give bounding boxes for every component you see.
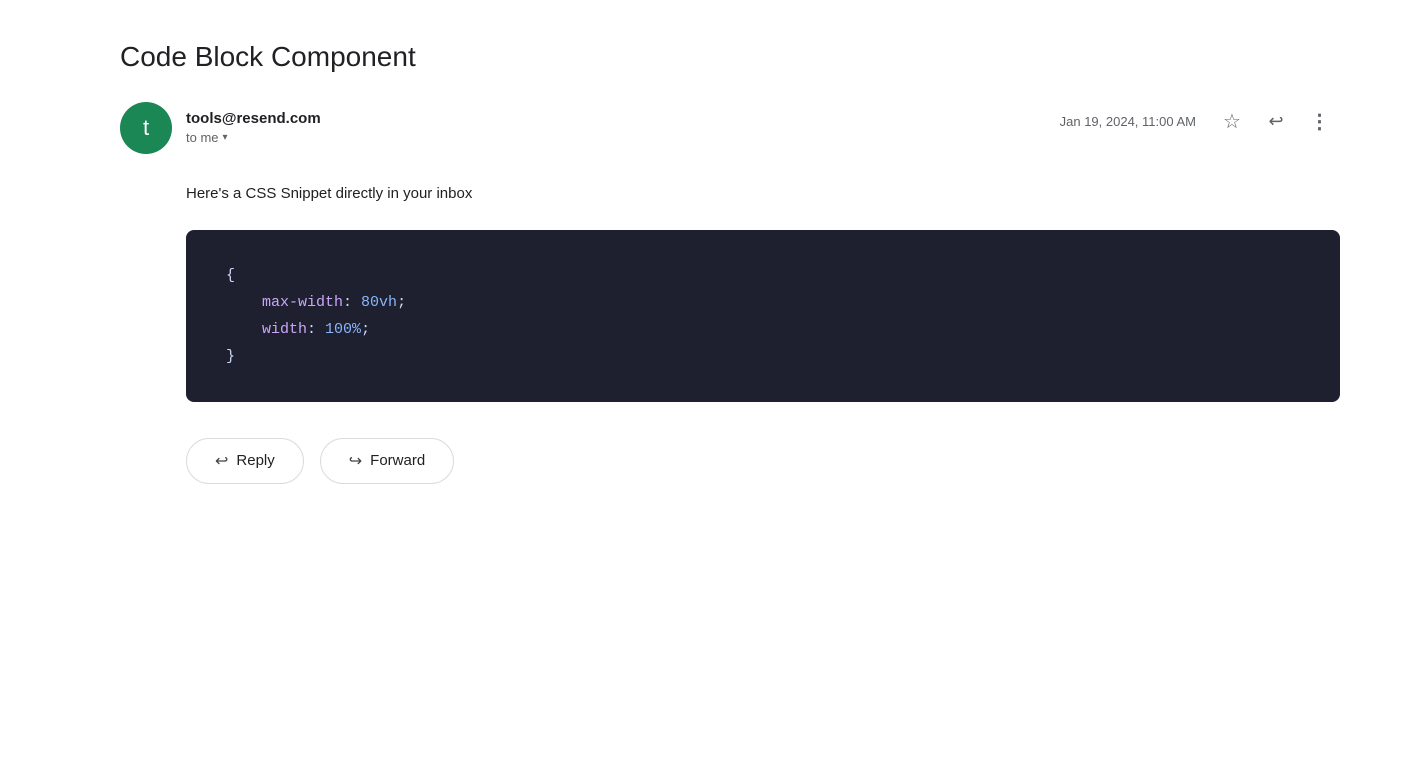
more-button[interactable]: ⋮ <box>1300 102 1340 142</box>
email-date: Jan 19, 2024, 11:00 AM <box>1060 114 1196 129</box>
more-icon: ⋮ <box>1310 109 1331 134</box>
code-val-max-width: 80vh <box>361 294 397 311</box>
code-semi-1: ; <box>397 294 406 311</box>
email-body: Here's a CSS Snippet directly in your in… <box>186 182 1340 402</box>
code-block: { max-width: 80vh; width: 100%; } <box>186 230 1340 402</box>
forward-label: Forward <box>370 452 425 469</box>
code-prop-max-width: max-width <box>262 294 343 311</box>
email-body-text: Here's a CSS Snippet directly in your in… <box>186 182 1340 206</box>
forward-button[interactable]: ↪ Forward <box>320 438 454 484</box>
star-button[interactable] <box>1212 102 1252 142</box>
sender-info: tools@resend.com to me ▾ <box>186 110 321 145</box>
sender-section: t tools@resend.com to me ▾ <box>120 102 321 154</box>
email-header: t tools@resend.com to me ▾ Jan 19, 2024,… <box>120 102 1340 154</box>
email-meta: Jan 19, 2024, 11:00 AM ⋮ <box>1060 102 1340 142</box>
email-container: Code Block Component t tools@resend.com … <box>0 0 1420 524</box>
chevron-down-icon[interactable]: ▾ <box>223 132 228 143</box>
code-content: { max-width: 80vh; width: 100%; } <box>226 262 1300 370</box>
sender-email: tools@resend.com <box>186 110 321 127</box>
action-buttons: ↩ Reply ↪ Forward <box>186 438 1340 484</box>
code-prop-width: width <box>262 321 307 338</box>
code-colon-2: : <box>307 321 325 338</box>
reply-button[interactable]: ↩ Reply <box>186 438 304 484</box>
reply-arrow-icon: ↩ <box>215 451 228 471</box>
code-semi-2: ; <box>361 321 370 338</box>
header-actions: ⋮ <box>1212 102 1340 142</box>
code-brace-close: } <box>226 348 235 365</box>
code-val-width: 100% <box>325 321 361 338</box>
reply-label: Reply <box>236 452 274 469</box>
sender-to[interactable]: to me ▾ <box>186 130 321 145</box>
forward-arrow-icon: ↪ <box>349 451 362 471</box>
reply-button-header[interactable] <box>1256 102 1296 142</box>
to-label: to me <box>186 130 219 145</box>
avatar: t <box>120 102 172 154</box>
star-icon <box>1223 109 1241 134</box>
code-brace-open: { <box>226 267 235 284</box>
reply-icon <box>1268 111 1283 132</box>
code-colon-1: : <box>343 294 361 311</box>
email-subject: Code Block Component <box>120 40 1340 74</box>
